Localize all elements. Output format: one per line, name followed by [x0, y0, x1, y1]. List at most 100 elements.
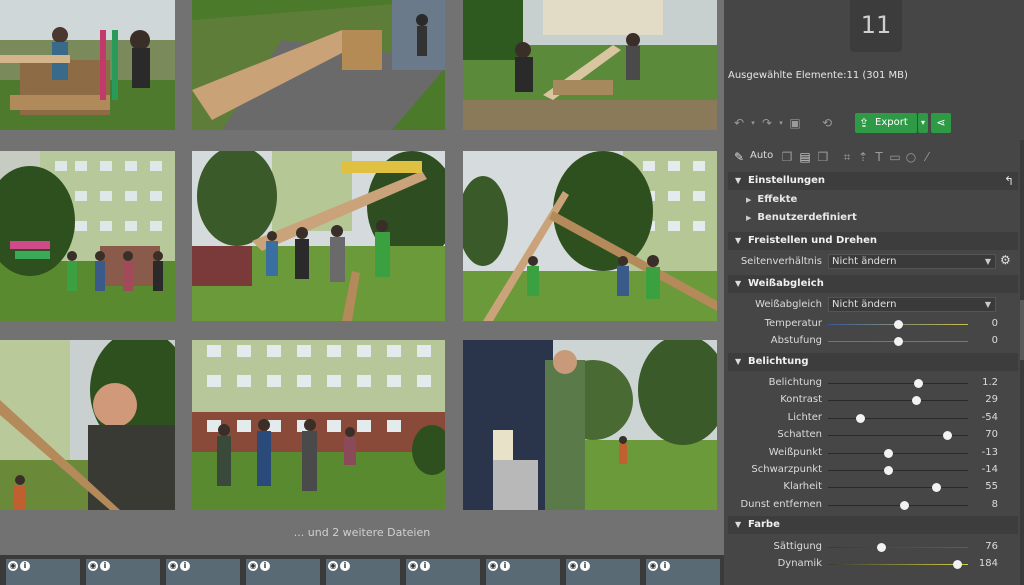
wb-value: Nicht ändern	[832, 299, 897, 310]
gear-icon[interactable]: ⚙	[1000, 253, 1011, 267]
filmstrip-thumbnail[interactable]: ◉ i	[6, 559, 80, 585]
magic-wand-icon[interactable]: ✎	[732, 150, 746, 164]
straighten-icon[interactable]: ⇡	[856, 150, 870, 164]
slider-track[interactable]	[828, 500, 968, 510]
filmstrip-thumbnail[interactable]: ◉ i	[86, 559, 160, 585]
slider-value[interactable]: -13	[968, 447, 998, 458]
slider-handle[interactable]	[877, 543, 887, 552]
slider-track[interactable]	[828, 466, 968, 475]
slider-handle[interactable]	[931, 483, 941, 493]
share-icon: ⋖	[936, 116, 946, 129]
section-belichtung[interactable]: ▼ Belichtung	[728, 353, 1018, 371]
slider-track[interactable]	[828, 448, 968, 458]
slider-track[interactable]	[828, 379, 968, 388]
wb-select[interactable]: Nicht ändern ▼	[828, 297, 996, 312]
filmstrip-thumbnail[interactable]: ◉ i	[566, 559, 640, 585]
slider-handle[interactable]	[943, 431, 952, 441]
export-dropdown-button[interactable]: ▾	[918, 113, 928, 133]
section-einstellungen[interactable]: ▼ Einstellungen	[728, 172, 1018, 190]
slider-value[interactable]: 55	[968, 481, 998, 492]
reset-icon[interactable]: ↰	[1004, 174, 1014, 188]
slider-track[interactable]	[828, 320, 968, 329]
slider-value[interactable]: -54	[968, 412, 998, 423]
slider-track[interactable]	[828, 431, 968, 441]
copy-icon[interactable]: ❐	[780, 150, 794, 164]
filmstrip-thumbnail[interactable]: ◉ i	[326, 559, 400, 585]
slider-track[interactable]	[828, 543, 968, 552]
rectangle-icon[interactable]: ▭	[888, 150, 902, 164]
slider-value[interactable]: 0	[968, 318, 998, 329]
sub-item-effekte[interactable]: ▶ Effekte	[746, 194, 797, 205]
text-icon[interactable]: T	[872, 150, 886, 164]
slider-value[interactable]: 8	[968, 499, 998, 510]
camera-icon: ◉	[648, 561, 658, 571]
slider-handle[interactable]	[913, 379, 923, 388]
slider-handle[interactable]	[912, 396, 922, 406]
photo-thumbnail[interactable]	[0, 0, 175, 130]
slider-handle[interactable]	[884, 466, 894, 475]
slider-handle[interactable]	[899, 500, 909, 510]
slider-handle[interactable]	[884, 448, 894, 458]
photo-thumbnail[interactable]	[463, 340, 717, 510]
undo-dropdown-icon[interactable]: ▾	[746, 116, 760, 130]
section-title: Belichtung	[748, 356, 809, 367]
photo-thumbnail[interactable]	[463, 151, 717, 321]
ratio-label: Seitenverhältnis	[740, 256, 822, 267]
section-freistellen[interactable]: ▼ Freistellen und Drehen	[728, 232, 1018, 250]
sub-item-benutzerdefiniert[interactable]: ▶ Benutzerdefiniert	[746, 212, 857, 223]
photo-thumbnail[interactable]	[0, 151, 175, 321]
scrollbar[interactable]	[1020, 140, 1024, 585]
auto-button[interactable]: Auto	[750, 150, 773, 161]
section-weissabgleich[interactable]: ▼ Weißabgleich	[728, 275, 1018, 293]
paste-icon[interactable]: ▤	[798, 150, 812, 164]
slider-value[interactable]: 29	[968, 394, 998, 405]
info-icon: i	[260, 561, 270, 571]
slider-label: Dunst entfernen	[740, 498, 822, 510]
circle-icon[interactable]: ○	[904, 150, 918, 164]
filmstrip-thumbnail[interactable]: ◉ i	[486, 559, 560, 585]
image-icon[interactable]: ▣	[788, 116, 802, 130]
slider-label: Temperatur	[764, 318, 822, 329]
slider-handle[interactable]	[952, 560, 962, 569]
slider-track[interactable]	[828, 560, 968, 569]
crop-icon[interactable]: ⌗	[840, 150, 854, 164]
filmstrip-thumbnail[interactable]: ◉ i	[406, 559, 480, 585]
paste-special-icon[interactable]: ❒	[816, 150, 830, 164]
slider-handle[interactable]	[894, 337, 903, 346]
photo-thumbnail[interactable]	[463, 0, 717, 130]
photo-thumbnail[interactable]	[0, 340, 175, 510]
redo-dropdown-icon[interactable]: ▾	[774, 116, 788, 130]
redo-icon[interactable]: ↷	[760, 116, 774, 130]
slider-track[interactable]	[828, 337, 968, 346]
slider-track[interactable]	[828, 483, 968, 493]
slider-value[interactable]: 76	[968, 541, 998, 552]
slider-track[interactable]	[828, 396, 968, 406]
slider-track[interactable]	[828, 413, 968, 423]
selection-info: Ausgewählte Elemente:11 (301 MB)	[728, 70, 908, 81]
brush-icon[interactable]: ⁄	[920, 150, 934, 164]
photo-thumbnail[interactable]	[192, 0, 445, 130]
slider-handle[interactable]	[894, 320, 903, 329]
slider-label: Schatten	[777, 429, 822, 441]
rotate-icon[interactable]: ⟲	[820, 116, 834, 130]
filmstrip-thumbnail[interactable]: ◉ i	[166, 559, 240, 585]
chevron-down-icon: ▼	[735, 279, 742, 288]
filmstrip-thumbnail[interactable]: ◉ i	[246, 559, 320, 585]
slider-value[interactable]: 184	[968, 558, 998, 569]
undo-icon[interactable]: ↶	[732, 116, 746, 130]
ratio-select[interactable]: Nicht ändern ▼	[828, 254, 996, 269]
photo-thumbnail[interactable]	[192, 340, 445, 510]
scrollbar-thumb[interactable]	[1020, 300, 1024, 360]
filmstrip-thumbnail[interactable]: ◉ i	[646, 559, 720, 585]
info-icon: i	[660, 561, 670, 571]
slider-value[interactable]: 1.2	[968, 377, 998, 388]
slider-handle[interactable]	[856, 413, 866, 423]
export-button[interactable]: ⇪ Export	[855, 113, 917, 133]
share-button[interactable]: ⋖	[931, 113, 951, 133]
camera-icon: ◉	[168, 561, 178, 571]
slider-value[interactable]: -14	[968, 464, 998, 475]
slider-value[interactable]: 70	[968, 429, 998, 440]
photo-thumbnail[interactable]	[192, 151, 445, 321]
slider-value[interactable]: 0	[968, 335, 998, 346]
section-farbe[interactable]: ▼ Farbe	[728, 516, 1018, 534]
